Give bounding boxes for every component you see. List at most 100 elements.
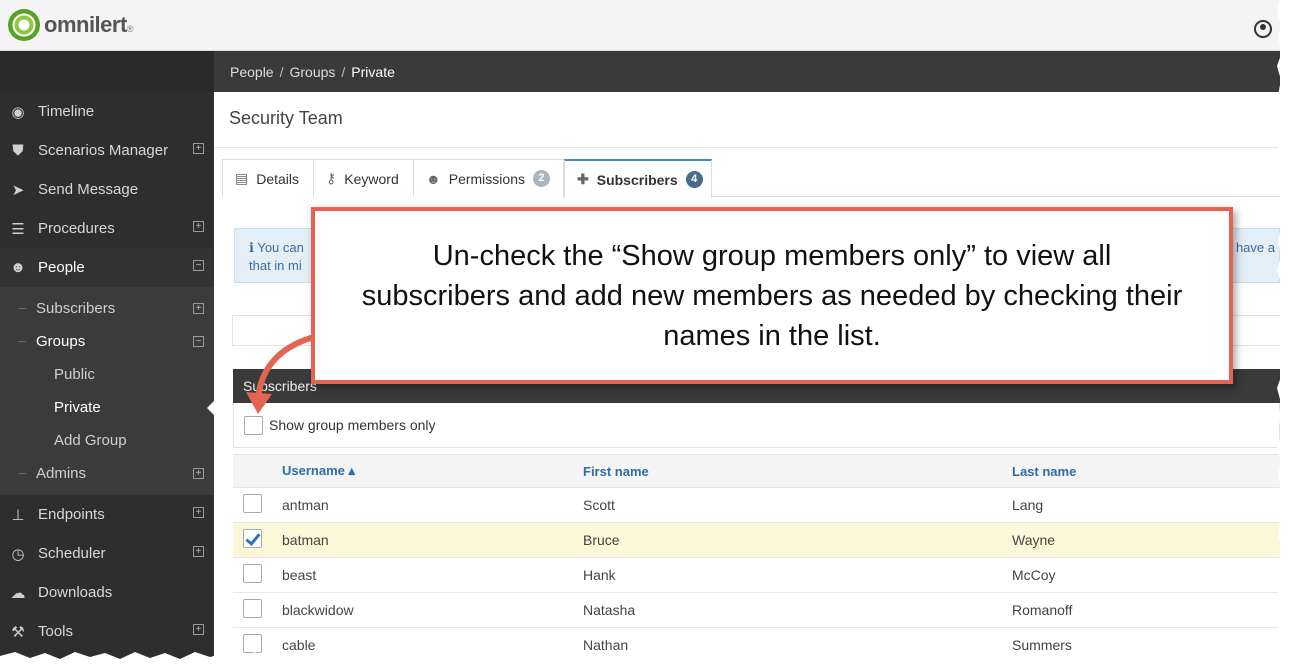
permissions-count-badge: 2: [532, 170, 550, 187]
sidebar-item-public[interactable]: Public: [0, 358, 214, 391]
sidebar-item-label: Groups: [36, 333, 86, 350]
sidebar: ◉ Timeline ⛊ Scenarios Manager + ➤ Send …: [0, 51, 214, 667]
expand-icon[interactable]: +: [193, 546, 204, 557]
sidebar-item-label: Send Message: [38, 181, 139, 198]
row-checkbox[interactable]: [243, 599, 262, 618]
sidebar-item-send-message[interactable]: ➤ Send Message: [0, 170, 214, 209]
breadcrumb-groups[interactable]: Groups: [289, 64, 335, 80]
tab-details[interactable]: ▤ Details: [222, 159, 314, 197]
tab-permissions[interactable]: ☻ Permissions 2: [414, 159, 564, 197]
table-row[interactable]: antman Scott Lang: [233, 487, 1280, 523]
cloud-download-icon: ☁: [10, 584, 26, 602]
breadcrumb-separator: /: [279, 63, 284, 80]
sidebar-item-downloads[interactable]: ☁ Downloads: [0, 573, 214, 612]
collapse-icon[interactable]: −: [193, 336, 204, 347]
username-cell: antman: [282, 487, 583, 523]
logo-trademark: ®: [126, 24, 134, 34]
first-name-cell: Natasha: [583, 592, 1012, 628]
sidebar-item-label: Tools: [38, 623, 74, 640]
app-window: omnilert ® ◉ Timeline ⛊ Scenarios Manage…: [0, 0, 1289, 667]
logo-text: omnilert: [44, 12, 127, 37]
username-cell: blackwidow: [282, 592, 583, 628]
sidebar-item-label: People: [38, 259, 85, 276]
table-row[interactable]: beast Hank McCoy: [233, 557, 1280, 593]
people-icon: ☻: [10, 259, 26, 276]
sidebar-item-admins[interactable]: Admins +: [0, 457, 214, 490]
first-name-cell: Scott: [583, 487, 1012, 523]
sidebar-item-subscribers[interactable]: Subscribers +: [0, 292, 214, 325]
breadcrumb-separator: /: [341, 63, 346, 80]
filter-row: Show group members only: [233, 403, 1280, 448]
tab-bar: ▤ Details ⚷ Keyword ☻ Permissions 2 ✚ Su…: [222, 159, 1280, 198]
username-cell: batman: [282, 522, 583, 558]
tab-label: Keyword: [344, 170, 399, 187]
sidebar-item-label: Timeline: [38, 103, 95, 120]
sidebar-item-tools[interactable]: ⚒ Tools +: [0, 612, 214, 651]
shield-icon: ⛊: [12, 142, 24, 159]
user-account-icon[interactable]: [1254, 20, 1272, 38]
omnilert-logo[interactable]: omnilert ®: [8, 9, 133, 41]
tab-keyword[interactable]: ⚷ Keyword: [314, 159, 414, 197]
sidebar-item-add-group[interactable]: Add Group: [0, 424, 214, 457]
tab-label: Subscribers: [596, 171, 678, 188]
expand-icon[interactable]: +: [193, 143, 204, 154]
info-text-line1: You can: [257, 240, 304, 255]
people-submenu: Subscribers + Groups − Public Private Ad…: [0, 287, 214, 495]
expand-icon[interactable]: +: [193, 624, 204, 635]
sidebar-item-label: Scheduler: [38, 545, 106, 562]
last-name-cell: Wayne: [1012, 522, 1280, 558]
last-name-cell: Lang: [1012, 487, 1280, 523]
sidebar-item-scenarios-manager[interactable]: ⛊ Scenarios Manager +: [0, 131, 214, 170]
top-bar: omnilert ®: [0, 0, 1280, 51]
subscribers-table: Username ▴ First name Last name antman S…: [233, 454, 1280, 663]
row-checkbox[interactable]: [243, 564, 262, 583]
paper-plane-icon: ➤: [11, 181, 25, 199]
details-icon: ▤: [235, 170, 249, 186]
page-title: Security Team: [229, 108, 343, 128]
info-icon: ℹ: [249, 240, 254, 255]
last-name-cell: McCoy: [1012, 557, 1280, 593]
user-plus-icon: ✚: [577, 171, 589, 187]
sidebar-item-procedures[interactable]: ☰ Procedures +: [0, 209, 214, 248]
sidebar-item-label: Endpoints: [38, 506, 105, 523]
tab-label: Permissions: [448, 170, 525, 187]
torn-edge-right: [1277, 0, 1289, 667]
sidebar-item-endpoints[interactable]: ⊥ Endpoints +: [0, 495, 214, 534]
expand-icon[interactable]: +: [193, 507, 204, 518]
username-column-header[interactable]: Username ▴: [282, 454, 583, 488]
sidebar-header: [0, 51, 214, 92]
subscribers-count-badge: 4: [685, 171, 703, 188]
last-name-column-header[interactable]: Last name: [1012, 454, 1280, 488]
list-icon: ☰: [11, 220, 25, 238]
expand-icon[interactable]: +: [193, 221, 204, 232]
sidebar-item-label: Admins: [36, 465, 87, 482]
table-row[interactable]: blackwidow Natasha Romanoff: [233, 592, 1280, 628]
torn-edge-bottom: [0, 652, 1289, 667]
wrench-icon: ⚒: [11, 623, 25, 641]
sidebar-item-label: Private: [54, 399, 101, 416]
sidebar-item-label: Procedures: [38, 220, 115, 237]
first-name-column-header[interactable]: First name: [583, 454, 1012, 488]
sidebar-item-people[interactable]: ☻ People −: [0, 248, 214, 287]
select-column-header: [233, 454, 282, 488]
collapse-icon[interactable]: −: [193, 260, 204, 271]
sidebar-item-private[interactable]: Private: [0, 391, 214, 424]
row-checkbox[interactable]: [243, 529, 262, 548]
tab-subscribers[interactable]: ✚ Subscribers 4: [564, 159, 712, 198]
sidebar-item-timeline[interactable]: ◉ Timeline: [0, 92, 214, 131]
breadcrumb-people[interactable]: People: [230, 64, 274, 80]
breadcrumb-private: Private: [351, 63, 395, 80]
sidebar-item-label: Downloads: [38, 584, 113, 601]
table-row[interactable]: batman Bruce Wayne: [233, 522, 1280, 558]
sidebar-item-groups[interactable]: Groups −: [0, 325, 214, 358]
sidebar-item-scheduler[interactable]: ◷ Scheduler +: [0, 534, 214, 573]
expand-icon[interactable]: +: [193, 468, 204, 479]
first-name-cell: Bruce: [583, 522, 1012, 558]
callout-text: Un-check the “Show group members only” t…: [361, 239, 1183, 352]
expand-icon[interactable]: +: [193, 303, 204, 314]
sidebar-item-label: Add Group: [54, 432, 127, 449]
sidebar-item-label: Public: [54, 366, 95, 383]
sidebar-item-label: Subscribers: [36, 300, 116, 317]
row-checkbox[interactable]: [243, 494, 262, 513]
breadcrumb: People / Groups / Private: [214, 51, 1280, 92]
